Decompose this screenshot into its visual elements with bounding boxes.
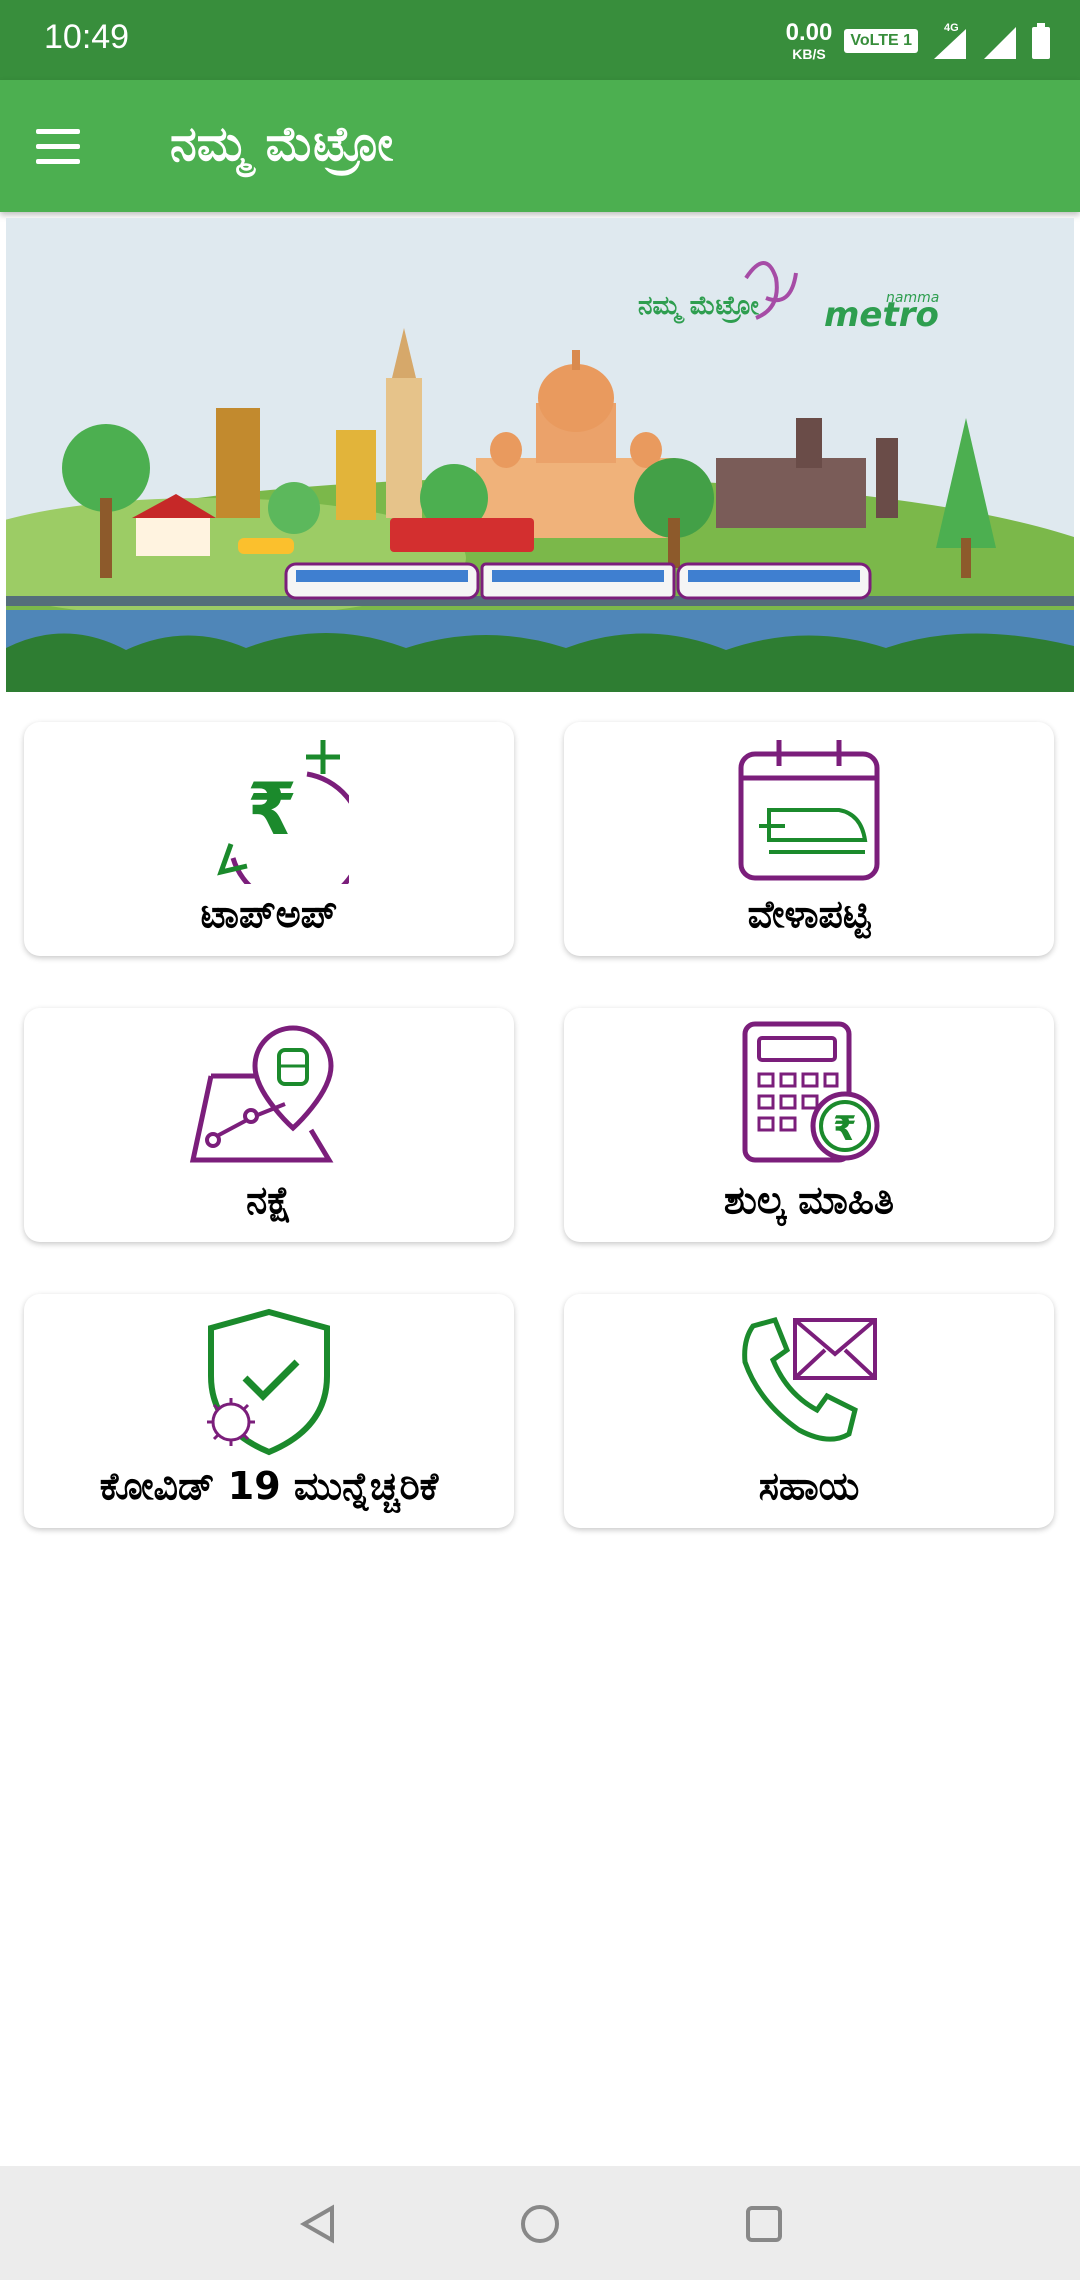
tile-label: ಕೋವಿಡ್ 19 ಮುನ್ನೆಚ್ಚರಿಕೆ — [99, 1464, 439, 1508]
metro-train — [284, 562, 872, 600]
tile-label: ಶುಲ್ಕ ಮಾಹಿತಿ — [723, 1178, 895, 1222]
tile-timetable[interactable]: ವೇಳಾಪಟ್ಟಿ — [564, 722, 1054, 956]
app-title: ನಮ್ಮ ಮೆಟ್ರೋ — [170, 116, 394, 172]
volte-badge: VoLTE 1 — [844, 29, 918, 53]
logo-main-text: metro — [824, 295, 939, 335]
status-icons: 0.00 KB/S VoLTE 1 4G — [786, 16, 1052, 66]
svg-text:₹: ₹ — [247, 767, 297, 851]
back-icon[interactable] — [290, 2196, 346, 2252]
tile-label: ನಕ್ಷೆ — [246, 1178, 292, 1222]
phone-mail-icon — [729, 1306, 889, 1456]
train-calendar-icon — [729, 734, 889, 884]
tile-topup[interactable]: ₹ ಟಾಪ್ಅಪ್ — [24, 722, 514, 956]
status-time: 10:49 — [44, 18, 130, 56]
logo-kannada-text: ನಮ್ಮ ಮೆಟ್ರೋ — [638, 291, 759, 324]
svg-text:₹: ₹ — [833, 1109, 857, 1149]
network-speed: 0.00 KB/S — [785, 19, 833, 62]
network-speed-unit: KB/S — [792, 46, 826, 62]
network-speed-value: 0.00 — [785, 19, 833, 46]
fare-calculator-icon: ₹ — [729, 1020, 889, 1170]
status-bar: 10:49 0.00 KB/S VoLTE 1 4G — [0, 0, 1080, 80]
rupee-topup-icon: ₹ — [189, 734, 349, 884]
tile-label: ವೇಳಾಪಟ್ಟಿ — [747, 892, 871, 936]
home-icon[interactable] — [512, 2196, 568, 2252]
metro-map-icon — [189, 1020, 349, 1170]
covid-shield-icon — [189, 1306, 349, 1456]
network-type-label: 4G — [944, 22, 959, 34]
tile-covid-precautions[interactable]: ಕೋವಿಡ್ 19 ಮುನ್ನೆಚ್ಚರಿಕೆ — [24, 1294, 514, 1528]
signal-4g-icon: 4G — [934, 22, 966, 59]
city-banner-image: ನಮ್ಮ ಮೆಟ್ರೋ namma metro — [6, 218, 1074, 692]
signal-icon — [984, 27, 1016, 59]
tile-label: ಸಹಾಯ — [758, 1464, 860, 1508]
app-bar: ನಮ್ಮ ಮೆಟ್ರೋ — [0, 80, 1080, 212]
system-navigation-bar — [0, 2166, 1080, 2280]
bengaluru-skyline-illustration: ನಮ್ಮ ಮೆಟ್ರೋ namma metro — [6, 218, 1074, 692]
recents-icon[interactable] — [736, 2196, 792, 2252]
battery-icon — [1032, 23, 1050, 59]
tile-map[interactable]: ನಕ್ಷೆ — [24, 1008, 514, 1242]
hamburger-menu-icon[interactable] — [36, 116, 96, 176]
tile-fare-info[interactable]: ₹ ಶುಲ್ಕ ಮಾಹಿತಿ — [564, 1008, 1054, 1242]
tile-help[interactable]: ಸಹಾಯ — [564, 1294, 1054, 1528]
tile-label: ಟಾಪ್ಅಪ್ — [200, 892, 338, 936]
